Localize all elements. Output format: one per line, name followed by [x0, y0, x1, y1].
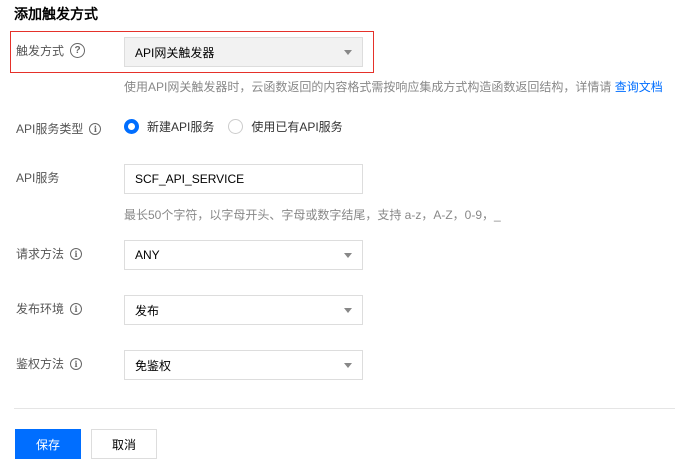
trigger-hint: 使用API网关触发器时，云函数返回的内容格式需按响应集成方式构造函数返回结构，详…	[124, 78, 663, 95]
environment-select[interactable]: 发布	[124, 295, 363, 325]
auth-method-value: 免鉴权	[135, 358, 172, 373]
chevron-down-icon	[344, 363, 352, 368]
trigger-hint-text: 使用API网关触发器时，云函数返回的内容格式需按响应集成方式构造函数返回结构，详…	[124, 80, 612, 94]
api-service-value: SCF_API_SERVICE	[135, 172, 245, 186]
auth-method-label: 鉴权方法 i	[16, 355, 83, 372]
service-type-label: API服务类型 i	[16, 120, 102, 137]
api-service-label-text: API服务	[16, 171, 60, 185]
trigger-method-label: 触发方式 ?	[16, 42, 86, 59]
environment-label: 发布环境 i	[16, 300, 83, 317]
api-service-label: API服务	[16, 169, 59, 186]
chevron-down-icon	[344, 308, 352, 313]
trigger-method-value: API网关触发器	[135, 45, 215, 60]
auth-method-label-text: 鉴权方法	[16, 357, 65, 371]
environment-label-text: 发布环境	[16, 302, 65, 316]
info-circle-icon[interactable]: i	[70, 302, 83, 315]
api-service-input[interactable]: SCF_API_SERVICE	[124, 164, 363, 194]
request-method-value: ANY	[135, 248, 160, 262]
service-type-radio-group: 新建API服务 使用已有API服务	[124, 118, 357, 135]
radio-existing-service[interactable]: 使用已有API服务	[228, 118, 343, 135]
section-title: 添加触发方式	[14, 6, 98, 22]
add-trigger-form: 添加触发方式 触发方式 ? API网关触发器 使用API网关触发器时，云函数返回…	[0, 0, 675, 466]
radio-new-service[interactable]: 新建API服务	[124, 118, 214, 135]
api-service-hint: 最长50个字符，以字母开头、字母或数字结尾，支持 a-z，A-Z，0-9，_	[124, 208, 501, 222]
radio-existing-service-label: 使用已有API服务	[251, 120, 343, 134]
divider	[14, 408, 675, 409]
trigger-method-label-text: 触发方式	[16, 44, 65, 58]
docs-link[interactable]: 查询文档	[615, 80, 663, 94]
request-method-label-text: 请求方法	[16, 247, 65, 261]
save-button[interactable]: 保存	[15, 429, 81, 459]
chevron-down-icon	[344, 50, 352, 55]
auth-method-select[interactable]: 免鉴权	[124, 350, 363, 380]
question-circle-icon[interactable]: ?	[70, 43, 86, 58]
radio-checked-icon[interactable]	[124, 119, 139, 134]
info-circle-icon[interactable]: i	[70, 357, 83, 370]
request-method-label: 请求方法 i	[16, 245, 83, 262]
info-circle-icon[interactable]: i	[70, 247, 83, 260]
environment-value: 发布	[135, 303, 160, 318]
chevron-down-icon	[344, 253, 352, 258]
cancel-button[interactable]: 取消	[91, 429, 157, 459]
radio-unchecked-icon[interactable]	[228, 119, 244, 134]
radio-new-service-label: 新建API服务	[147, 120, 215, 134]
request-method-select[interactable]: ANY	[124, 240, 363, 270]
info-circle-icon[interactable]: i	[89, 122, 102, 135]
trigger-method-select[interactable]: API网关触发器	[124, 37, 363, 67]
service-type-label-text: API服务类型	[16, 122, 84, 136]
